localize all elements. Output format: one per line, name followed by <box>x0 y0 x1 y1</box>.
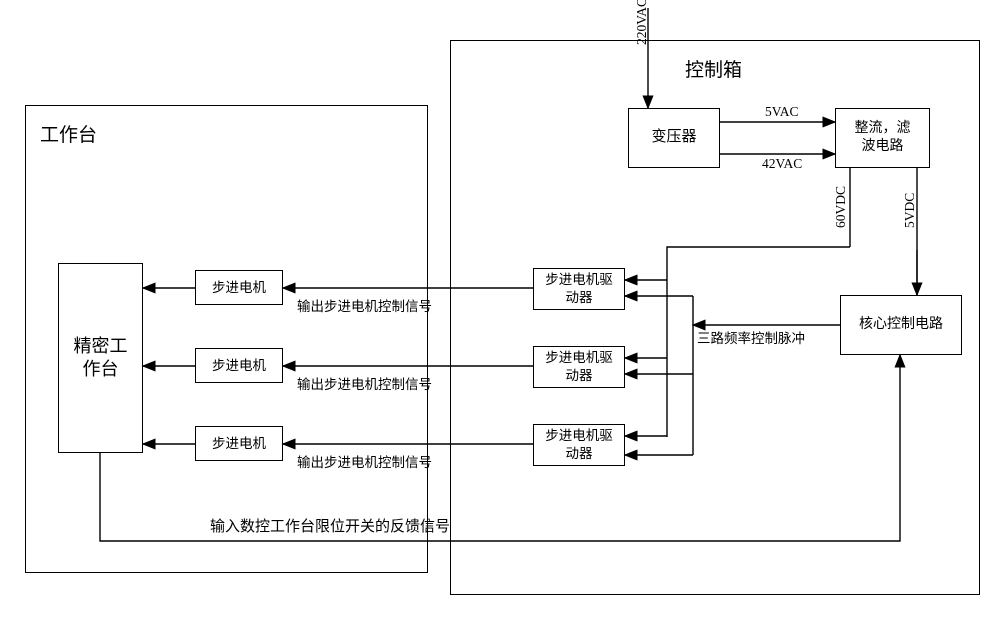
connections-layer <box>0 0 1000 630</box>
diagram-canvas: 工作台 控制箱 精密工 作台 步进电机 步进电机 步进电机 步进电机驱 动器 步… <box>0 0 1000 630</box>
